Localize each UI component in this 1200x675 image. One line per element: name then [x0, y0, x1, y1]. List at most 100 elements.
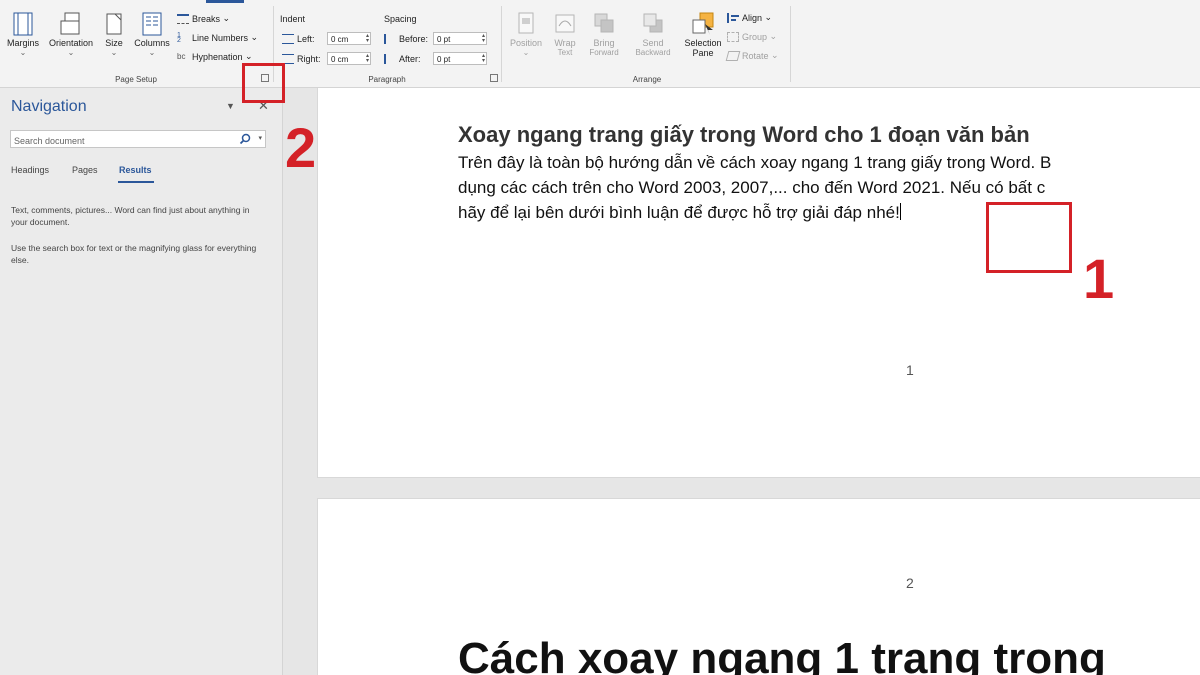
indent-title: Indent — [280, 14, 306, 24]
indent-right-label: Right: — [297, 53, 321, 64]
chevron-down-icon: ⌄ — [522, 48, 530, 57]
group-label: Group — [742, 31, 768, 42]
selection-pane-label-1: Selection — [684, 38, 722, 48]
next-section-heading: Cách xoay ngang 1 trang trong — [458, 634, 1106, 675]
spacing-after-label: After: — [399, 53, 421, 64]
hyphenation-icon: bc — [177, 51, 186, 61]
arrange-group-label: Arrange — [632, 75, 662, 84]
align-label: Align — [742, 12, 763, 23]
spacing-after-field[interactable]: 0 pt ▴ ▾ — [433, 52, 487, 65]
tab-headings[interactable]: Headings — [11, 165, 49, 175]
search-box: ▾ — [10, 130, 266, 149]
line-numbers-icon: 12 — [177, 31, 181, 44]
selection-pane-button[interactable]: Selection Pane — [680, 12, 726, 58]
size-icon — [106, 13, 122, 35]
paragraph-group-label: Paragraph — [368, 75, 406, 84]
paragraph-line-3-text: hãy để lại bên dưới bình luận để được hỗ… — [458, 203, 900, 222]
paragraph-line-2: dụng các cách trên cho Word 2003, 2007,.… — [458, 178, 1046, 197]
breaks-label: Breaks — [192, 13, 221, 24]
indent-left-field[interactable]: 0 cm ▴ ▾ — [327, 32, 371, 45]
wrap-text-button[interactable]: Wrap Text — [546, 12, 584, 57]
chevron-down-icon: ⌄ — [248, 32, 259, 42]
page-number-1: 1 — [906, 362, 914, 378]
spacing-before-field[interactable]: 0 pt ▴ ▾ — [433, 32, 487, 45]
spin-arrows-icon[interactable]: ▴ ▾ — [482, 53, 485, 64]
orientation-button[interactable]: Orientation ⌄ — [46, 12, 96, 57]
tab-results[interactable]: Results — [119, 165, 152, 175]
paragraph-dialog-launcher-icon[interactable] — [490, 74, 498, 82]
spin-arrows-icon[interactable]: ▴ ▾ — [366, 53, 369, 64]
paragraph-line-1: Trên đây là toàn bộ hướng dẫn về cách xo… — [458, 153, 1052, 172]
size-label: Size — [105, 38, 123, 48]
spin-arrows-icon[interactable]: ▴ ▾ — [482, 33, 485, 44]
page-number-2: 2 — [906, 575, 914, 591]
indent-right-icon — [282, 53, 294, 64]
selection-pane-icon — [692, 12, 714, 35]
spin-arrows-icon[interactable]: ▴ ▾ — [366, 33, 369, 44]
bring-forward-button[interactable]: Bring Forward — [582, 12, 626, 57]
chevron-down-icon: ⌄ — [768, 50, 779, 60]
indent-right-row: Right: 0 cm ▴ ▾ — [282, 52, 371, 65]
size-button[interactable]: Size ⌄ — [102, 12, 126, 57]
line-numbers-button[interactable]: 12 Line Numbers ⌄ — [177, 31, 259, 44]
columns-button[interactable]: Columns ⌄ — [132, 12, 172, 57]
page-setup-group-label: Page Setup — [115, 75, 157, 84]
wrap-text-icon — [555, 14, 575, 33]
chevron-down-icon: ⌄ — [762, 12, 773, 22]
spacing-before-row: Before: 0 pt ▴ ▾ — [384, 32, 487, 45]
annotation-label-1: 1 — [1083, 247, 1115, 310]
rotate-label: Rotate — [742, 50, 769, 61]
indent-right-field[interactable]: 0 cm ▴ ▾ — [327, 52, 371, 65]
orientation-icon — [60, 12, 80, 35]
spacing-after-value: 0 pt — [437, 55, 451, 64]
chevron-down-icon: ⌄ — [67, 48, 75, 57]
spacing-after-row: After: 0 pt ▴ ▾ — [384, 52, 487, 65]
bring-forward-label-1: Bring — [593, 38, 615, 48]
pane-options-chevron-icon[interactable]: ▼ — [226, 101, 235, 111]
position-button[interactable]: Position ⌄ — [506, 12, 546, 57]
search-icon[interactable] — [239, 133, 251, 145]
align-icon — [727, 12, 739, 23]
section-heading: Xoay ngang trang giấy trong Word cho 1 đ… — [458, 122, 1030, 147]
paragraph-line-3: hãy để lại bên dưới bình luận để được hỗ… — [458, 203, 901, 223]
spacing-after-icon — [384, 53, 396, 64]
indent-left-value: 0 cm — [331, 35, 349, 44]
indent-left-row: Left: 0 cm ▴ ▾ — [282, 32, 371, 45]
ribbon: Margins ⌄ Orientation ⌄ Size ⌄ Columns ⌄… — [0, 0, 1200, 88]
annotation-label-2: 2 — [285, 116, 317, 179]
wrap-text-label-1: Wrap — [554, 38, 576, 48]
search-input[interactable] — [11, 133, 224, 149]
align-button[interactable]: Align ⌄ — [727, 12, 772, 23]
spacing-before-value: 0 pt — [437, 35, 451, 44]
tab-pages[interactable]: Pages — [72, 165, 98, 175]
chevron-down-icon: ⌄ — [19, 48, 27, 57]
chevron-down-icon: ⌄ — [110, 48, 118, 57]
spacing-before-icon — [384, 33, 396, 44]
document-area[interactable]: Xoay ngang trang giấy trong Word cho 1 đ… — [283, 88, 1200, 675]
send-backward-button[interactable]: Send Backward — [629, 12, 677, 57]
send-backward-icon — [643, 13, 663, 33]
annotation-box-1 — [986, 202, 1072, 273]
document-page-2[interactable]: 2 Cách xoay ngang 1 trang trong — [317, 498, 1200, 675]
send-backward-label-1: Send — [642, 38, 664, 48]
bring-forward-label-2: Forward — [589, 48, 619, 57]
hyphenation-button[interactable]: bc Hyphenation ⌄ — [177, 51, 253, 62]
group-icon — [727, 31, 739, 42]
results-help-text-2: Use the search box for text or the magni… — [11, 243, 257, 265]
chevron-down-icon[interactable]: ▾ — [258, 134, 262, 142]
bring-forward-icon — [594, 13, 614, 33]
breaks-button[interactable]: Breaks ⌄ — [177, 13, 230, 24]
navigation-title: Navigation — [11, 98, 87, 115]
indent-left-icon — [282, 33, 294, 44]
results-help-text-1: Text, comments, pictures... Word can fin… — [11, 205, 250, 227]
document-page-1[interactable]: Xoay ngang trang giấy trong Word cho 1 đ… — [317, 88, 1200, 478]
arrange-group: Position ⌄ Wrap Text Bring Forward Send … — [502, 0, 792, 87]
margins-button[interactable]: Margins ⌄ — [6, 12, 40, 57]
group-button[interactable]: Group ⌄ — [727, 31, 777, 42]
rotate-button[interactable]: Rotate ⌄ — [725, 50, 779, 61]
breaks-icon — [177, 13, 189, 24]
margins-icon — [13, 12, 33, 36]
line-numbers-label: Line Numbers — [192, 32, 249, 43]
page-setup-group: Margins ⌄ Orientation ⌄ Size ⌄ Columns ⌄… — [0, 0, 272, 87]
hyphenation-label: Hyphenation — [192, 51, 243, 62]
